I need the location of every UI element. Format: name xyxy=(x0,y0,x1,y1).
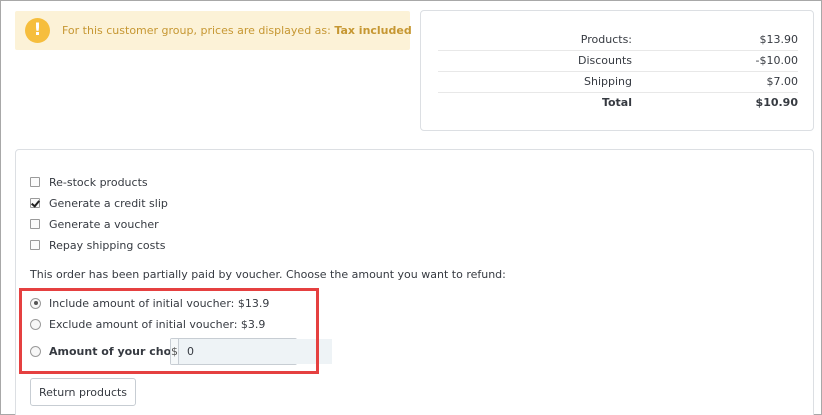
option-label: Generate a credit slip xyxy=(49,196,168,210)
option-label: Generate a voucher xyxy=(49,217,159,231)
voucher-checkbox[interactable] xyxy=(30,219,40,229)
radio-label: Include amount of initial voucher: $13.9 xyxy=(49,296,270,310)
alert-text-bold: Tax included xyxy=(334,24,412,37)
return-products-button[interactable]: Return products xyxy=(30,378,137,406)
option-generate-voucher[interactable]: Generate a voucher xyxy=(30,216,159,232)
totals-value: $13.90 xyxy=(632,29,798,51)
warning-icon: ! xyxy=(25,18,50,43)
totals-row-total: Total $10.90 xyxy=(438,92,798,113)
alert-text-prefix: For this customer group, prices are disp… xyxy=(62,24,335,37)
credit-slip-checkbox[interactable] xyxy=(30,198,40,208)
radio-label: Exclude amount of initial voucher: $3.9 xyxy=(49,317,266,331)
exclude-voucher-radio[interactable] xyxy=(30,318,41,330)
currency-addon: $ xyxy=(171,339,179,364)
alert-text: For this customer group, prices are disp… xyxy=(62,24,412,37)
custom-amount-input[interactable] xyxy=(179,339,332,364)
option-restock-products[interactable]: Re-stock products xyxy=(30,174,148,190)
order-totals-panel: Products: $13.90 Discounts -$10.00 Shipp… xyxy=(420,10,814,131)
restock-checkbox[interactable] xyxy=(30,177,40,187)
option-label: Repay shipping costs xyxy=(49,238,166,252)
totals-value: $10.90 xyxy=(755,96,798,110)
custom-amount-group: $ xyxy=(170,338,332,365)
totals-table: Products: $13.90 Discounts -$10.00 Shipp… xyxy=(438,29,798,113)
totals-label: Shipping xyxy=(438,71,632,93)
radio-custom-amount[interactable]: Amount of your choice: xyxy=(30,343,193,359)
tax-display-alert: ! For this customer group, prices are di… xyxy=(15,11,412,50)
totals-row-discounts: Discounts -$10.00 xyxy=(438,50,798,72)
totals-row-shipping: Shipping $7.00 xyxy=(438,71,798,93)
option-repay-shipping[interactable]: Repay shipping costs xyxy=(30,237,165,253)
voucher-info-text: This order has been partially paid by vo… xyxy=(30,268,506,281)
totals-row-products: Products: $13.90 xyxy=(438,29,798,51)
option-label: Re-stock products xyxy=(49,175,148,189)
totals-label: Discounts xyxy=(438,50,632,72)
include-voucher-radio[interactable] xyxy=(30,297,41,309)
option-generate-credit-slip[interactable]: Generate a credit slip xyxy=(30,195,168,211)
repay-shipping-checkbox[interactable] xyxy=(30,240,40,250)
totals-value: $7.00 xyxy=(632,71,798,93)
totals-label: Products: xyxy=(438,29,632,51)
refund-panel: Re-stock products Generate a credit slip… xyxy=(15,149,814,415)
totals-value: -$10.00 xyxy=(632,50,798,72)
custom-amount-radio[interactable] xyxy=(30,345,41,357)
radio-exclude-voucher[interactable]: Exclude amount of initial voucher: $3.9 xyxy=(30,316,265,332)
radio-include-voucher[interactable]: Include amount of initial voucher: $13.9 xyxy=(30,295,269,311)
totals-label: Total xyxy=(601,96,632,110)
